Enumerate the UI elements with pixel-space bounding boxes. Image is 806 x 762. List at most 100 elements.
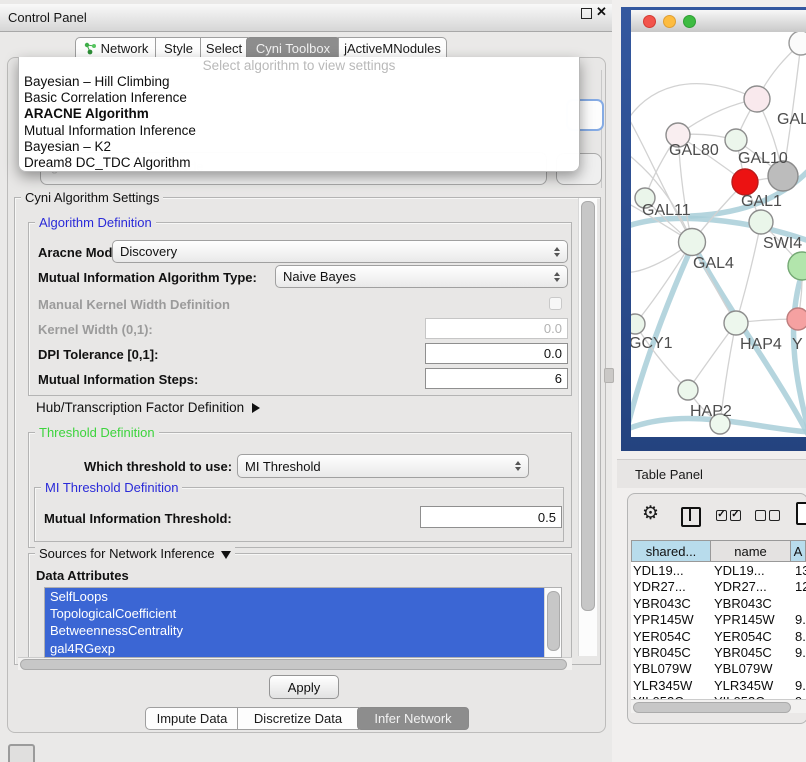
table-cell[interactable]: YER054C	[714, 629, 792, 644]
table-hscrollbar-thumb[interactable]	[633, 702, 791, 713]
network-node-salmon-node[interactable]	[787, 308, 806, 330]
tab-select[interactable]: Select	[200, 37, 248, 59]
table-cell[interactable]: 13	[795, 563, 806, 578]
gear-icon[interactable]: ⚙	[642, 504, 659, 523]
hub-definition-expander[interactable]: Hub/Transcription Factor Definition	[36, 400, 260, 415]
network-node-HAP2[interactable]	[678, 380, 698, 400]
panel-toggle-icon[interactable]	[8, 744, 35, 762]
bottom-tab-infer-network[interactable]: Infer Network	[357, 707, 469, 730]
mi-steps-field[interactable]: 6	[425, 368, 568, 389]
table-cell[interactable]: YBR043C	[714, 596, 792, 611]
settings-hscrollbar-track[interactable]	[18, 657, 572, 670]
network-node-GAL1-red[interactable]	[732, 169, 758, 195]
algorithm-option[interactable]: Basic Correlation Inference	[19, 90, 579, 106]
network-node-label: HAP4	[740, 336, 782, 353]
tab-label: Style	[164, 41, 193, 56]
table-cell[interactable]: YLR345W	[714, 678, 792, 693]
table-cell[interactable]: YBL079W	[633, 661, 711, 676]
table-cell[interactable]: YPR145W	[714, 612, 792, 627]
network-window-titlebar[interactable]	[631, 10, 806, 33]
hub-definition-label: Hub/Transcription Factor Definition	[36, 400, 244, 415]
mi-threshold-label: Mutual Information Threshold:	[44, 511, 232, 526]
table-cell[interactable]: YPR145W	[633, 612, 711, 627]
apply-button[interactable]: Apply	[269, 675, 339, 699]
table-cell[interactable]: YDR27...	[633, 579, 711, 594]
table-column-header[interactable]: shared...	[631, 540, 711, 562]
table-cell[interactable]: 8.	[795, 629, 806, 644]
control-panel-title: Control Panel	[0, 10, 87, 25]
mi-type-combo[interactable]: Naive Bayes	[275, 265, 568, 288]
mi-threshold-field[interactable]: 0.5	[420, 506, 562, 528]
columns-icon[interactable]	[681, 507, 701, 527]
table-cell[interactable]: YER054C	[633, 629, 711, 644]
table-cell[interactable]: YDL19...	[633, 563, 711, 578]
dpi-tolerance-field[interactable]: 0.0	[425, 343, 568, 364]
algorithm-option[interactable]: Bayesian – Hill Climbing	[19, 74, 579, 90]
tab-network[interactable]: Network	[75, 37, 157, 59]
close-icon[interactable]: ✕	[596, 4, 607, 20]
network-node-GCY1[interactable]	[631, 314, 645, 334]
settings-vscrollbar-track[interactable]	[578, 198, 597, 656]
network-node-SWI4-green[interactable]	[788, 252, 806, 280]
table-cell[interactable]: YBR045C	[633, 645, 711, 660]
tab-jactivemnodules[interactable]: jActiveMNodules	[338, 37, 447, 59]
network-node-GAL2[interactable]	[744, 86, 770, 112]
algorithm-option[interactable]: Mutual Information Inference	[19, 123, 579, 139]
unchecked-checkbox-icon-1[interactable]	[755, 510, 766, 521]
algorithm-option[interactable]: Bayesian – K2	[19, 139, 579, 155]
unchecked-checkbox-icon-2[interactable]	[769, 510, 780, 521]
network-node-GAL10[interactable]	[725, 129, 747, 151]
control-panel-titlebar: Control Panel	[0, 4, 612, 32]
attribute-item[interactable]: SelfLoops	[45, 588, 544, 605]
network-canvas[interactable]: GALGAL80GAL10GAL1GAL11SWI4GAL4GCY1HAP4YH…	[631, 32, 806, 437]
table-cell[interactable]: 9.	[795, 612, 806, 627]
bottom-tab-impute-data[interactable]: Impute Data	[145, 707, 239, 730]
table-cell[interactable]: 9.	[795, 645, 806, 660]
network-icon	[84, 42, 97, 55]
minimize-traffic-light-icon[interactable]	[663, 15, 676, 28]
which-threshold-combo[interactable]: MI Threshold	[237, 454, 529, 478]
aracne-mode-combo[interactable]: Discovery	[112, 240, 568, 263]
algorithm-dropdown-items: Bayesian – Hill ClimbingBasic Correlatio…	[19, 74, 579, 171]
table-column-header[interactable]: A	[791, 540, 806, 562]
algorithm-option[interactable]: ARACNE Algorithm	[19, 106, 579, 122]
attr-list-scrollbar-thumb[interactable]	[547, 591, 560, 651]
zoom-traffic-light-icon[interactable]	[683, 15, 696, 28]
close-traffic-light-icon[interactable]	[643, 15, 656, 28]
attribute-item[interactable]: BetweennessCentrality	[45, 622, 544, 639]
table-cell[interactable]: YBR043C	[633, 596, 711, 611]
checked-checkbox-icon-2[interactable]: ✓	[730, 510, 741, 521]
settings-vscrollbar-thumb[interactable]	[581, 201, 595, 611]
table-cell[interactable]: 12	[795, 579, 806, 594]
table-cell[interactable]: YLR345W	[633, 678, 711, 693]
table-cell[interactable]: YBR045C	[714, 645, 792, 660]
network-edge[interactable]	[736, 222, 761, 323]
checked-checkbox-icon-1[interactable]: ✓	[716, 510, 727, 521]
algorithm-option[interactable]: Dream8 DC_TDC Algorithm	[19, 155, 579, 171]
spinner-icon	[509, 461, 521, 471]
table-cell[interactable]: YDL19...	[714, 563, 792, 578]
table-cell[interactable]: YDR27...	[714, 579, 792, 594]
table-panel-titlebar: Table Panel	[617, 459, 806, 488]
settings-hscrollbar-thumb[interactable]	[20, 659, 567, 670]
bottom-tab-discretize-data[interactable]: Discretize Data	[237, 707, 359, 730]
table-hscrollbar-track[interactable]	[631, 699, 806, 713]
network-node-GAL1-node[interactable]	[749, 210, 773, 234]
file-icon[interactable]	[796, 502, 806, 525]
table-panel-title: Table Panel	[617, 467, 703, 482]
network-node-HAP4[interactable]	[724, 311, 748, 335]
attribute-item[interactable]: gal4RGexp	[45, 640, 544, 657]
split-pane-grip[interactable]	[604, 368, 614, 383]
table-cell[interactable]: 9.	[795, 678, 806, 693]
data-attributes-label: Data Attributes	[36, 568, 129, 583]
attribute-item[interactable]: TopologicalCoefficient	[45, 605, 544, 622]
network-node-label: HAP2	[690, 403, 732, 420]
table-column-header[interactable]: name	[711, 540, 791, 562]
tab-cyni-toolbox[interactable]: Cyni Toolbox	[246, 37, 340, 59]
float-window-icon[interactable]	[581, 8, 592, 19]
sources-group-title[interactable]: Sources for Network Inference	[35, 546, 235, 561]
table-cell[interactable]: YBL079W	[714, 661, 792, 676]
attr-list-scrollbar-track[interactable]	[544, 588, 561, 657]
network-node-GAL4[interactable]	[679, 229, 706, 256]
tab-style[interactable]: Style	[155, 37, 202, 59]
